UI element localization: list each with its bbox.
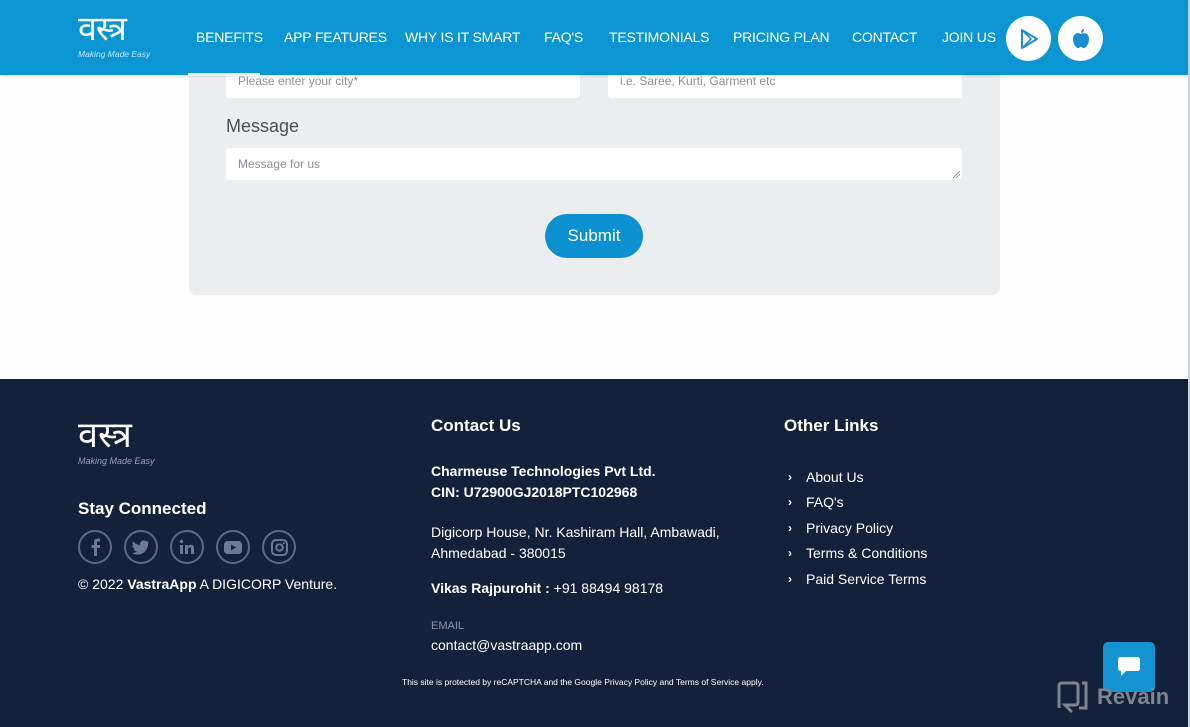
chevron-right-icon: › (788, 546, 792, 561)
linkedin-link[interactable] (170, 530, 204, 564)
chat-bubble-icon (1118, 657, 1140, 676)
twitter-link[interactable] (124, 530, 158, 564)
revain-label: Revain (1097, 684, 1170, 709)
revain-badge[interactable]: Revain (1055, 680, 1169, 714)
address-line-1: Digicorp House, Nr. Kashiram Hall, Ambaw… (431, 524, 720, 540)
email-label: EMAIL (431, 620, 465, 632)
link-label: FAQ's (806, 494, 844, 511)
nav-faqs[interactable]: FAQ'S (544, 29, 583, 45)
link-faqs[interactable]: › FAQ's (788, 490, 927, 516)
nav-why-is-it-smart[interactable]: WHY IS IT SMART (405, 29, 520, 45)
company-cin: CIN: U72900GJ2018PTC102968 (431, 484, 638, 500)
chevron-right-icon: › (788, 469, 792, 484)
footer-logo[interactable]: वस्त्र Making Made Easy (78, 415, 155, 467)
copyright: © 2022 VastraApp A DIGICORP Venture. (78, 576, 337, 592)
copyright-suffix: A DIGICORP Venture. (196, 576, 338, 592)
chevron-right-icon: › (788, 495, 792, 510)
other-links-heading: Other Links (784, 416, 879, 435)
message-placeholder: Message for us (238, 157, 321, 171)
twitter-icon (132, 539, 149, 555)
message-textarea[interactable]: Message for us (226, 148, 962, 180)
site-footer: वस्त्र Making Made Easy Stay Connected ©… (0, 379, 1188, 727)
stay-connected-heading: Stay Connected (78, 499, 207, 518)
youtube-link[interactable] (216, 530, 250, 564)
submit-button[interactable]: Submit (545, 214, 643, 258)
link-label: Privacy Policy (806, 519, 894, 536)
logo-tagline: Making Made Easy (78, 49, 151, 59)
address-line-2: Ahmedabad - 380015 (431, 545, 566, 561)
company-name: Charmeuse Technologies Pvt Ltd. (431, 463, 656, 479)
chevron-right-icon: › (788, 571, 792, 586)
apple-icon (1072, 28, 1089, 48)
revain-logo-icon (1057, 681, 1088, 714)
contact-phone[interactable]: Vikas Rajpurohit : +91 88494 98178 (431, 578, 663, 599)
link-about-us[interactable]: › About Us (788, 464, 927, 490)
youtube-icon (224, 540, 242, 554)
nav-benefits[interactable]: BENEFITS (196, 29, 263, 45)
resize-handle-icon[interactable] (953, 171, 960, 178)
phone-number: +91 88494 98178 (549, 580, 664, 596)
google-play-icon (1020, 28, 1038, 49)
google-play-button[interactable] (1006, 16, 1051, 61)
nav-app-features[interactable]: APP FEATURES (284, 29, 387, 45)
other-links-list: › About Us › FAQ's › Privacy Policy › Terms … (788, 464, 927, 592)
copyright-prefix: © 2022 (78, 576, 128, 592)
product-type-placeholder: i.e. Saree, Kurti, Garment etc (620, 74, 776, 88)
nav-join-us[interactable]: JOIN US (942, 29, 996, 45)
linkedin-icon (179, 539, 194, 554)
facebook-icon (91, 538, 100, 556)
instagram-link[interactable] (262, 530, 296, 564)
footer-logo-tagline: Making Made Easy (78, 456, 155, 466)
city-placeholder: Please enter your city* (238, 74, 359, 88)
logo[interactable]: वस्त्र Making Made Easy (78, 10, 158, 66)
footer-logo-mark: वस्त्र (78, 415, 132, 456)
active-nav-indicator (188, 73, 260, 76)
social-links (78, 530, 296, 564)
message-label: Message (226, 116, 300, 136)
link-label: About Us (806, 468, 864, 485)
instagram-icon (270, 538, 288, 556)
link-privacy-policy[interactable]: › Privacy Policy (788, 515, 927, 541)
logo-mark: वस्त्र (78, 9, 127, 49)
chevron-right-icon: › (788, 520, 792, 535)
site-header: वस्त्र Making Made Easy BENEFITS APP FEA… (0, 0, 1188, 75)
contact-person: Vikas Rajpurohit : (431, 580, 550, 596)
nav-testimonials[interactable]: TESTIMONIALS (609, 29, 709, 45)
link-terms-conditions[interactable]: › Terms & Conditions (788, 541, 927, 567)
link-label: Paid Service Terms (806, 570, 927, 587)
link-paid-service-terms[interactable]: › Paid Service Terms (788, 566, 927, 592)
nav-pricing-plan[interactable]: PRICING PLAN (733, 29, 830, 45)
app-store-button[interactable] (1058, 16, 1103, 61)
email-link[interactable]: contact@vastraapp.com (431, 635, 582, 656)
contact-us-heading: Contact Us (431, 416, 521, 435)
link-label: Terms & Conditions (806, 545, 928, 562)
copyright-brand: VastraApp (127, 576, 197, 592)
nav-contact[interactable]: CONTACT (852, 29, 917, 45)
facebook-link[interactable] (78, 530, 112, 564)
recaptcha-notice: This site is protected by reCAPTCHA and … (402, 677, 764, 687)
